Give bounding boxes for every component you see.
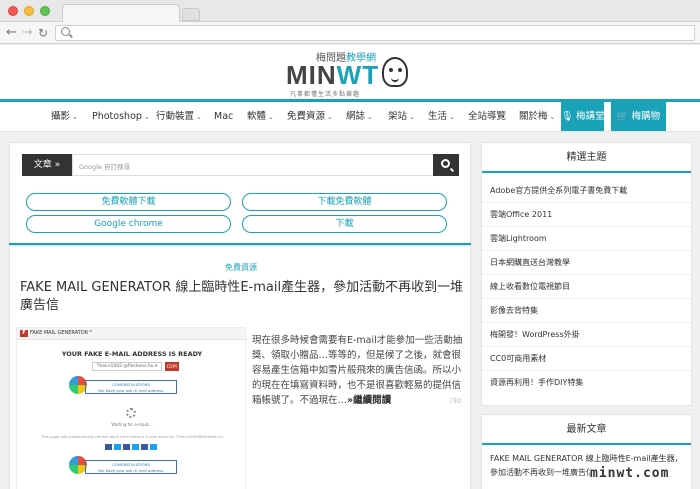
chevron-down-icon: ⌄ <box>72 113 78 121</box>
featured-item[interactable]: 雲端Lightroom <box>482 227 691 251</box>
search-button[interactable] <box>433 154 459 176</box>
thumb-brand: F FAKE MAIL GENERATOR™ <box>20 330 93 337</box>
main-nav: 攝影 ⌄ Photoshop ⌄ 行動裝置 ⌄ Mac 軟體 ⌄ 免費資源 ⌄ 網誌 ⌄ 架… <box>0 102 700 132</box>
chevron-down-icon: ⌄ <box>449 113 455 121</box>
search-input[interactable]: Google 自訂搜尋 <box>72 154 434 176</box>
nav-item-software[interactable]: 軟體 ⌄ <box>247 102 274 131</box>
nav-button-shop[interactable]: 🛒 梅購物 <box>611 102 666 131</box>
site-logo[interactable]: 梅問題教學網 MINWT 凡事都懂生活多點樂趣 <box>286 49 416 98</box>
browser-titlebar <box>0 0 700 23</box>
back-arrow-icon[interactable]: ← <box>6 25 17 41</box>
featured-item[interactable]: CC0可商用素材 <box>482 347 691 371</box>
search-icon <box>61 27 70 36</box>
featured-topics-title: 精選主題 <box>482 143 691 173</box>
thumb-congrats-box: CONGRATULATIONS You have your own E-mail … <box>85 380 177 394</box>
read-more-link[interactable]: »繼續閱讀 <box>347 395 391 406</box>
chevron-down-icon: ⌄ <box>327 113 333 121</box>
search-label: 文章 » <box>22 154 72 176</box>
chevron-down-icon: ⌄ <box>268 113 274 121</box>
basket-icon: 🛒 <box>616 111 629 122</box>
nav-item-website[interactable]: 架站 ⌄ <box>388 102 415 131</box>
featured-item[interactable]: 雲端Office 2011 <box>482 203 691 227</box>
quick-link-free-software-download[interactable]: 免費軟體下載 <box>26 193 231 211</box>
browser-toolbar: ← → ↻ <box>0 22 700 44</box>
article-card: 免費資源 FAKE MAIL GENERATOR 線上臨時性E-mail產生器，… <box>9 247 471 489</box>
nav-item-mac[interactable]: Mac <box>214 102 233 131</box>
chevron-down-icon: ⌄ <box>196 113 202 121</box>
article-thumbnail[interactable]: F FAKE MAIL GENERATOR™ YOUR FAKE E-MAIL A… <box>16 327 247 489</box>
latest-posts-title: 最新文章 <box>482 415 691 445</box>
reload-icon[interactable]: ↻ <box>38 25 48 41</box>
minimize-window-icon[interactable] <box>24 6 34 16</box>
article-category[interactable]: 免費資源 <box>10 262 472 273</box>
address-bar[interactable] <box>55 25 695 41</box>
chevron-down-icon: ⌄ <box>143 113 150 121</box>
quick-link-download[interactable]: 下載 <box>242 215 447 233</box>
nav-item-about[interactable]: 關於梅 ⌄ <box>519 102 555 131</box>
loading-spinner-icon <box>126 408 136 418</box>
thumb-note-text: This page will automatically refresh eac… <box>41 434 223 439</box>
thumb-copy-button: COPY <box>165 362 179 371</box>
logo-subtitle: 凡事都懂生活多點樂趣 <box>290 91 361 98</box>
forward-arrow-icon[interactable]: → <box>22 25 33 41</box>
chevron-down-icon: ⌄ <box>367 113 373 121</box>
logo-wordmark: MINWT <box>286 60 380 90</box>
microphone-icon: 🎙 <box>561 111 574 122</box>
share-icons <box>105 444 157 450</box>
featured-item[interactable]: 影像去背特集 <box>482 299 691 323</box>
nav-item-free-resources[interactable]: 免費資源 ⌄ <box>287 102 333 131</box>
search-icon <box>441 159 450 168</box>
nav-item-photography[interactable]: 攝影 ⌄ <box>51 102 78 131</box>
mascot-icon <box>382 57 408 87</box>
chevron-down-icon: ⌄ <box>549 113 556 121</box>
thumb-header: F FAKE MAIL GENERATOR™ <box>17 328 247 340</box>
thumb-congrats-box: CONGRATULATIONS You have your own E-mail … <box>85 460 177 474</box>
watermark: minwt.com <box>590 466 670 481</box>
chevron-down-icon: ⌄ <box>409 113 415 121</box>
site-header: 梅問題教學網 MINWT 凡事都懂生活多點樂趣 <box>0 45 700 100</box>
thumb-headline: YOUR FAKE E-MAIL ADDRESS IS READY <box>61 350 203 358</box>
article-title[interactable]: FAKE MAIL GENERATOR 線上臨時性E-mail產生器，參加活動不… <box>20 279 465 315</box>
featured-item[interactable]: 日本網購直送台灣教學 <box>482 251 691 275</box>
search-panel: 文章 » Google 自訂搜尋 免費軟體下載 下載免費軟體 Google ch… <box>9 142 471 246</box>
close-window-icon[interactable] <box>8 6 18 16</box>
search-placeholder: Google 自訂搜尋 <box>79 163 130 171</box>
nav-button-lecture[interactable]: 🎙 梅講堂 <box>561 102 605 131</box>
thumb-email-field: Theirs1942 @fleckens.hu ▾ <box>92 362 162 371</box>
nav-item-blog[interactable]: 網誌 ⌄ <box>346 102 373 131</box>
article-excerpt: 現在很多時候會需要有E-mail才能參加一些活動抽獎、領取小贈品…等等的，但是候… <box>252 335 463 406</box>
quick-link-google-chrome[interactable]: Google chrome <box>26 215 231 233</box>
thumb-waiting-text: Waiting for e-mails... <box>111 422 153 427</box>
nav-item-site-guide[interactable]: 全站導覽 <box>468 102 506 131</box>
nav-item-mobile[interactable]: 行動裝置 ⌄ <box>156 102 202 131</box>
article-date: /30 <box>450 397 462 405</box>
browser-tab[interactable] <box>62 4 180 23</box>
maximize-window-icon[interactable] <box>40 6 50 16</box>
new-tab-button[interactable] <box>182 8 200 21</box>
featured-topics-widget: 精選主題 Adobe官方提供全系列電子書免費下載 雲端Office 2011 雲… <box>481 142 692 406</box>
nav-item-photoshop[interactable]: Photoshop ⌄ <box>92 102 150 131</box>
featured-item[interactable]: 資源再利用！手作DIY特集 <box>482 371 691 395</box>
featured-item[interactable]: Adobe官方提供全系列電子書免費下載 <box>482 179 691 203</box>
featured-item[interactable]: 梅開發！WordPress外掛 <box>482 323 691 347</box>
nav-item-life[interactable]: 生活 ⌄ <box>428 102 455 131</box>
quick-link-download-free-software[interactable]: 下載免費軟體 <box>242 193 447 211</box>
featured-item[interactable]: 線上收看數位電視節目 <box>482 275 691 299</box>
content-divider <box>9 243 471 245</box>
